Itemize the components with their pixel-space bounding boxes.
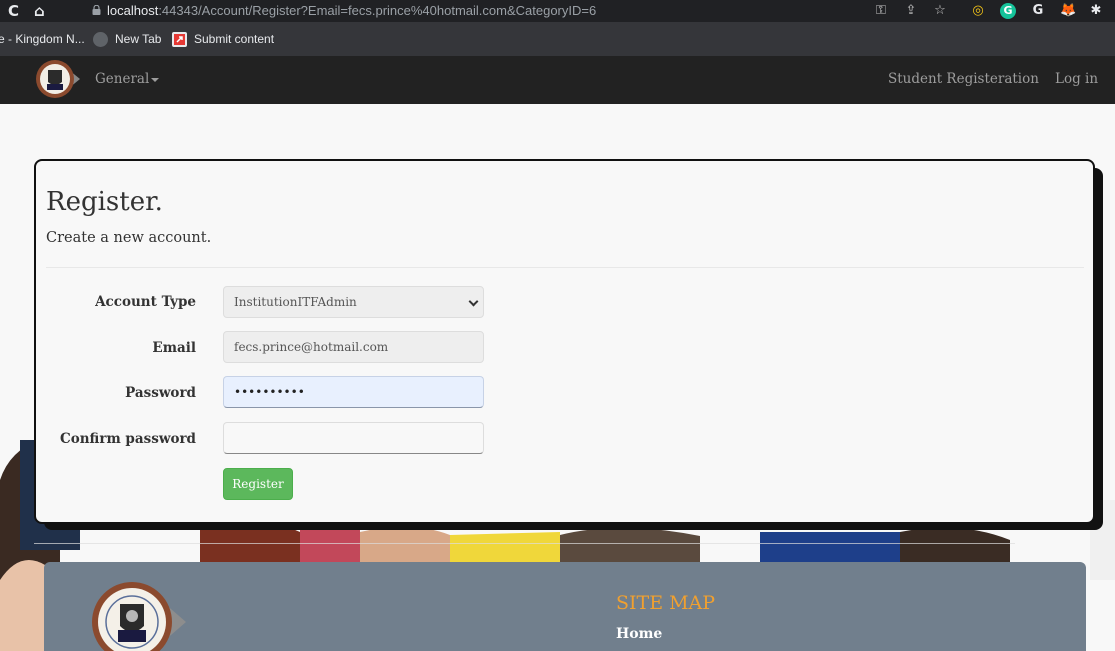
grammarly-icon[interactable]: G bbox=[1000, 3, 1016, 19]
email-field[interactable]: fecs.prince@hotmail.com bbox=[223, 331, 484, 363]
account-type-value: InstitutionITFAdmin bbox=[234, 295, 357, 309]
reload-icon[interactable]: C bbox=[8, 1, 19, 21]
submit-content-icon bbox=[172, 32, 187, 47]
esut-logo bbox=[92, 582, 186, 651]
site-navbar: General Student Registeration Log in bbox=[0, 56, 1115, 104]
sitemap-home-link[interactable]: Home bbox=[616, 626, 662, 642]
home-icon[interactable]: ⌂ bbox=[34, 1, 45, 21]
register-button[interactable]: Register bbox=[223, 468, 293, 500]
extensions-puzzle-icon[interactable]: ✱ bbox=[1088, 3, 1104, 19]
general-dropdown[interactable]: General bbox=[95, 71, 160, 87]
page-subtitle: Create a new account. bbox=[46, 230, 212, 246]
confirm-password-label: Confirm password bbox=[59, 431, 196, 447]
account-type-select[interactable]: InstitutionITFAdmin bbox=[223, 286, 484, 318]
browser-toolbar: C ⌂ localhost:44343/Account/Register?Ema… bbox=[0, 0, 1115, 22]
bookmark-submit-content[interactable]: Submit content bbox=[194, 31, 274, 47]
password-field[interactable]: •••••••••• bbox=[223, 376, 484, 408]
site-footer: SITE MAP Home bbox=[44, 562, 1086, 651]
confirm-password-field[interactable] bbox=[223, 422, 484, 454]
general-label: General bbox=[95, 71, 150, 87]
chevron-down-icon bbox=[468, 296, 479, 307]
bookmarks-bar: e - Kingdom N... New Tab Submit content bbox=[0, 22, 1115, 56]
key-icon[interactable]: ⚿ bbox=[873, 3, 889, 19]
extension-icon[interactable]: ◎ bbox=[970, 3, 986, 19]
password-value: •••••••••• bbox=[234, 385, 305, 399]
lock-icon bbox=[92, 5, 101, 15]
share-icon[interactable]: ⇪ bbox=[903, 3, 919, 19]
metamask-icon[interactable]: 🦊 bbox=[1060, 3, 1076, 19]
bookmark-kingdom[interactable]: e - Kingdom N... bbox=[0, 31, 85, 47]
globe-icon bbox=[93, 32, 108, 47]
star-icon[interactable]: ☆ bbox=[932, 3, 948, 19]
horizontal-rule bbox=[34, 543, 1015, 544]
email-label: Email bbox=[152, 340, 196, 356]
caret-down-icon bbox=[151, 77, 160, 82]
divider bbox=[46, 267, 1084, 268]
url-path: :44343/Account/Register?Email=fecs.princ… bbox=[158, 3, 597, 18]
url-host: localhost bbox=[107, 3, 159, 18]
address-bar[interactable]: localhost:44343/Account/Register?Email=f… bbox=[107, 2, 596, 19]
login-link[interactable]: Log in bbox=[1055, 71, 1098, 87]
google-icon[interactable]: G bbox=[1030, 3, 1046, 19]
student-registration-link[interactable]: Student Registeration bbox=[888, 71, 1039, 87]
page-title: Register. bbox=[46, 187, 163, 217]
bookmark-new-tab[interactable]: New Tab bbox=[115, 31, 161, 47]
esut-logo-small[interactable] bbox=[34, 58, 80, 100]
password-label: Password bbox=[125, 385, 196, 401]
register-card: Register. Create a new account. Account … bbox=[34, 159, 1095, 524]
sitemap-title: SITE MAP bbox=[616, 592, 716, 614]
account-type-label: Account Type bbox=[95, 294, 196, 310]
